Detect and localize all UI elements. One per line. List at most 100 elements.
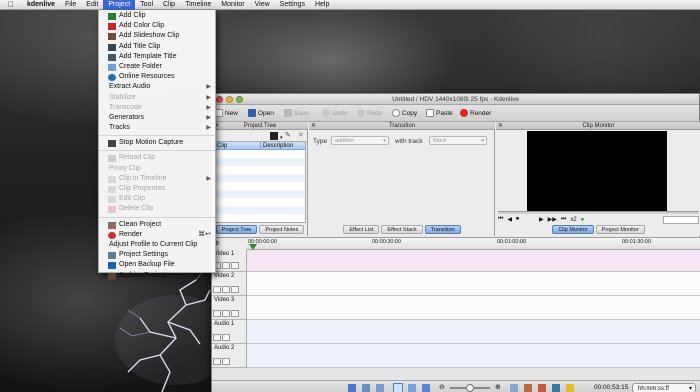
menu-item-edit-clip[interactable]: Edit Clip [99,194,215,204]
with-track-select[interactable]: Black ▾ [429,136,487,145]
lock-track-icon[interactable] [213,358,221,365]
lock-track-icon[interactable] [213,310,221,317]
menu-help[interactable]: Help [310,0,334,10]
menu-item-create-folder[interactable]: Create Folder [99,62,215,72]
thumbnail-icon[interactable] [524,384,532,392]
menu-edit[interactable]: Edit [81,0,103,10]
hide-track-icon[interactable] [231,286,239,293]
ripple-icon[interactable] [422,384,430,392]
hide-track-icon[interactable] [231,310,239,317]
tab-transition[interactable]: Transition [424,225,461,234]
copy-button[interactable]: Copy [392,109,417,119]
mute-track-icon[interactable] [222,358,230,365]
speed-label[interactable]: x2 [570,217,576,223]
lock-track-icon[interactable] [213,334,221,341]
hide-track-icon[interactable] [231,262,239,269]
transition-type-select[interactable]: addition ▾ [331,136,389,145]
zoom-slider-handle[interactable] [466,384,474,392]
timeline-ruler[interactable]: 00:00:00:00 00:00:30:00 00:01:00:00 00:0… [247,238,700,250]
menu-app-name[interactable]: kdenlive [22,0,60,10]
menu-item-extract-audio[interactable]: Extract Audio ▶ [99,82,215,92]
menu-timeline[interactable]: Timeline [180,0,216,10]
tab-effect-stack[interactable]: Effect Stack [381,225,423,234]
column-clip[interactable]: Clip [215,142,261,149]
menu-item-clip-properties[interactable]: Clip Properties [99,184,215,194]
mute-track-icon[interactable] [222,334,230,341]
stop-icon[interactable]: ⏹ [516,216,519,223]
clip-monitor-screen[interactable] [527,131,667,211]
paste-button[interactable]: Paste [426,109,453,119]
menu-file[interactable]: File [60,0,81,10]
monitor-scrubber[interactable] [498,211,699,214]
zoom-out-icon[interactable]: ⊖ [439,383,445,391]
menu-item-stop-motion-capture[interactable]: Stop Motion Capture [99,138,215,148]
menu-item-stabilize[interactable]: Stabilize ▶ [99,93,215,103]
close-pane-icon[interactable]: ✕ [311,122,316,130]
tab-project-monitor[interactable]: Project Monitor [595,225,645,234]
menu-item-add-template-title[interactable]: Add Template Title [99,52,215,62]
menu-item-reload-clip[interactable]: Reload Clip [99,153,215,163]
menu-view[interactable]: View [250,0,275,10]
track-video-3[interactable] [247,296,700,320]
loop-icon[interactable]: ● [581,217,585,223]
menu-item-delete-clip[interactable]: Delete Clip [99,204,215,214]
minimize-window-button[interactable] [226,96,233,103]
menu-item-adjust-profile[interactable]: Adjust Profile to Current Clip [99,240,215,250]
close-window-button[interactable] [216,96,223,103]
menu-item-add-slideshow-clip[interactable]: Add Slideshow Clip [99,31,215,41]
menu-item-generators[interactable]: Generators ▶ [99,113,215,123]
select-tool-icon[interactable] [393,383,403,392]
edit-clip-icon[interactable]: ✎ [285,131,291,139]
redo-button[interactable]: Redo [357,109,383,119]
lock-track-icon[interactable] [213,286,221,293]
track-audio-1[interactable] [247,320,700,344]
zoom-in-icon[interactable]: ⊕ [495,383,501,391]
track-video-1[interactable] [247,250,700,272]
tab-effect-list[interactable]: Effect List [343,225,380,234]
tab-project-tree[interactable]: Project Tree [215,225,258,234]
previous-frame-icon[interactable]: ⏮ [498,216,503,223]
close-pane-icon[interactable]: ✕ [498,122,503,130]
menu-item-proxy-clip[interactable]: Proxy Clip [99,164,215,174]
menu-item-clean-project[interactable]: Clean Project [99,220,215,230]
open-button[interactable]: Open [248,109,274,119]
mute-track-icon[interactable] [222,286,230,293]
menu-settings[interactable]: Settings [275,0,310,10]
menu-item-add-title-clip[interactable]: Add Title Clip [99,42,215,52]
menu-item-online-resources[interactable]: Online Resources [99,72,215,82]
column-description[interactable]: Description [261,142,293,149]
menu-item-add-color-clip[interactable]: Add Color Clip [99,21,215,31]
markers-icon[interactable] [552,384,560,392]
menu-item-tracks[interactable]: Tracks ▶ [99,123,215,133]
split-audio-icon[interactable] [376,384,384,392]
mute-track-icon[interactable] [222,310,230,317]
play-icon[interactable]: ▶ [539,216,544,223]
menu-item-clip-in-timeline[interactable]: Clip in Timeline ▶ [99,174,215,184]
menu-item-add-clip[interactable]: Add Clip [99,11,215,21]
menu-item-render[interactable]: Render ⌘↩ [99,230,215,240]
snap-icon[interactable] [408,384,416,392]
render-button[interactable]: Render [460,109,491,119]
menu-tool[interactable]: Tool [135,0,158,10]
menu-item-project-settings[interactable]: Project Settings [99,250,215,260]
tab-project-notes[interactable]: Project Notes [259,225,305,234]
rewind-icon[interactable]: ◀ [507,216,512,223]
menu-project[interactable]: Project [103,0,136,10]
undo-button[interactable]: Undo [322,109,348,119]
menu-item-transcode[interactable]: Transcode ▶ [99,103,215,113]
project-tree-list[interactable]: Clip Description [214,141,306,223]
razor-tool-icon[interactable] [348,384,356,392]
zoom-window-button[interactable] [236,96,243,103]
menu-clip[interactable]: Clip [158,0,180,10]
spacer-tool-icon[interactable] [362,384,370,392]
tab-clip-monitor[interactable]: Clip Monitor [552,225,594,234]
menu-item-archive-project[interactable]: Archive Project [99,271,215,281]
fit-zoom-icon[interactable] [510,384,518,392]
menu-item-open-backup-file[interactable]: Open Backup File [99,260,215,270]
new-button[interactable]: New [215,109,238,119]
track-audio-2[interactable] [247,344,700,368]
delete-clip-icon[interactable]: ✕ [298,131,304,139]
time-format-select[interactable]: hh:mm:ss:ff ▾ [632,383,696,392]
audio-thumb-icon[interactable] [538,384,546,392]
track-video-2[interactable] [247,272,700,296]
